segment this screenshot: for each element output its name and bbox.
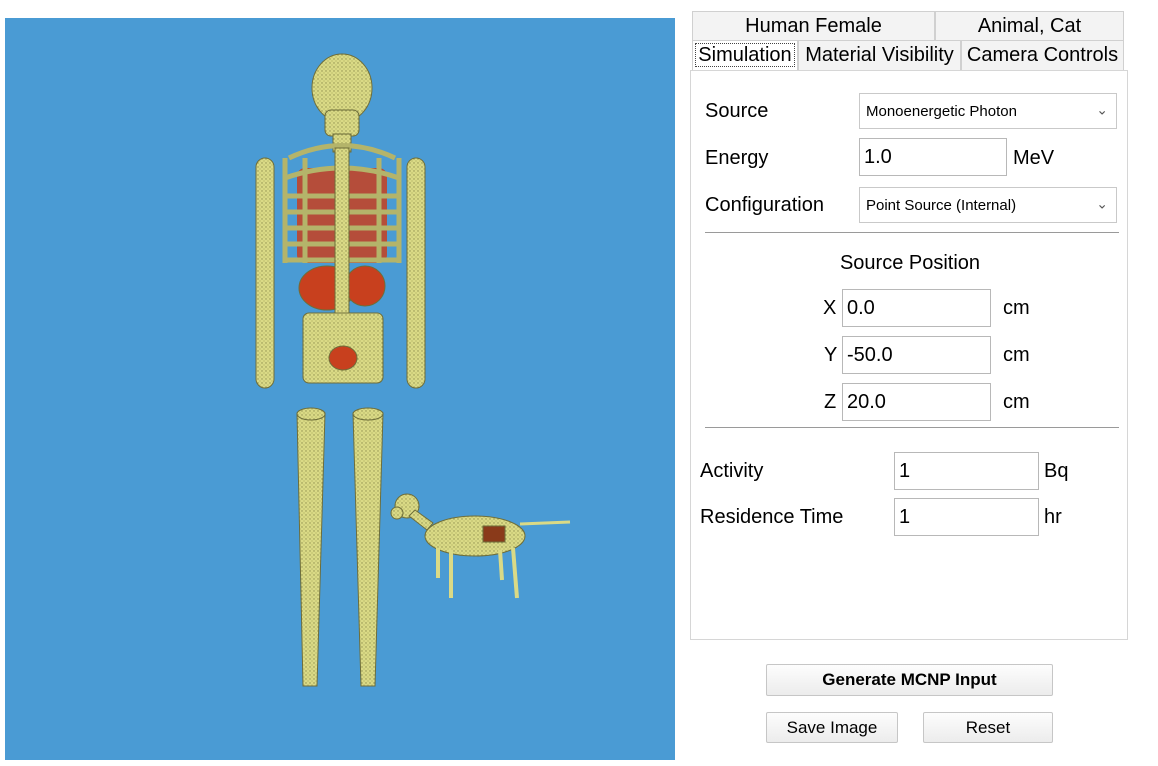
x-position-input[interactable]: 0.0 — [842, 289, 991, 327]
source-position-heading: Source Position — [839, 252, 981, 274]
configuration-select[interactable]: Point Source (Internal) ⌄ — [859, 187, 1117, 223]
activity-unit: Bq — [1044, 460, 1069, 482]
spine — [334, 147, 350, 324]
tab-human-female[interactable]: Human Female — [692, 11, 935, 40]
y-position-input[interactable]: -50.0 — [842, 336, 991, 374]
human-female-phantom — [255, 53, 426, 687]
chevron-down-icon: ⌄ — [1096, 195, 1108, 212]
animal-cat-phantom — [390, 493, 571, 599]
residence-time-unit: hr — [1044, 506, 1062, 528]
z-position-input[interactable]: 20.0 — [842, 383, 991, 421]
phantom-render — [255, 53, 571, 687]
bladder — [328, 345, 358, 371]
activity-input[interactable]: 1 — [894, 452, 1039, 490]
energy-label: Energy — [705, 147, 769, 169]
energy-input[interactable]: 1.0 — [859, 138, 1007, 176]
left-leg — [352, 412, 384, 687]
3d-viewport[interactable] — [5, 18, 675, 760]
stomach — [344, 265, 386, 307]
z-axis-label: Z — [824, 391, 837, 413]
residence-time-input[interactable]: 1 — [894, 498, 1039, 536]
cat-organ — [482, 525, 506, 543]
tab-simulation[interactable]: Simulation — [692, 40, 798, 71]
y-axis-label: Y — [824, 344, 838, 366]
tab-camera-controls[interactable]: Camera Controls — [961, 40, 1124, 71]
divider — [705, 427, 1119, 428]
y-unit: cm — [1003, 344, 1030, 366]
right-arm — [255, 157, 275, 389]
jaw — [324, 109, 360, 137]
save-image-button[interactable]: Save Image — [766, 712, 898, 743]
cat-tail — [519, 520, 571, 526]
x-unit: cm — [1003, 297, 1030, 319]
generate-mcnp-input-button[interactable]: Generate MCNP Input — [766, 664, 1053, 696]
source-label: Source — [705, 100, 769, 122]
activity-label: Activity — [700, 460, 764, 482]
left-arm — [406, 157, 426, 389]
energy-unit: MeV — [1013, 147, 1055, 169]
tab-animal-cat[interactable]: Animal, Cat — [935, 11, 1124, 40]
model-tab-row: Human Female Animal, Cat — [692, 11, 1124, 40]
chevron-down-icon: ⌄ — [1096, 101, 1108, 118]
divider — [705, 232, 1119, 233]
configuration-label: Configuration — [705, 194, 824, 216]
simulation-panel: Source Monoenergetic Photon ⌄ Energy 1.0… — [690, 70, 1128, 640]
right-leg — [296, 412, 326, 687]
x-axis-label: X — [823, 297, 837, 319]
panel-tab-row: Simulation Material Visibility Camera Co… — [692, 40, 1124, 71]
source-select[interactable]: Monoenergetic Photon ⌄ — [859, 93, 1117, 129]
reset-button[interactable]: Reset — [923, 712, 1053, 743]
z-unit: cm — [1003, 391, 1030, 413]
residence-time-label: Residence Time — [700, 506, 844, 528]
tab-material-visibility[interactable]: Material Visibility — [798, 40, 961, 71]
